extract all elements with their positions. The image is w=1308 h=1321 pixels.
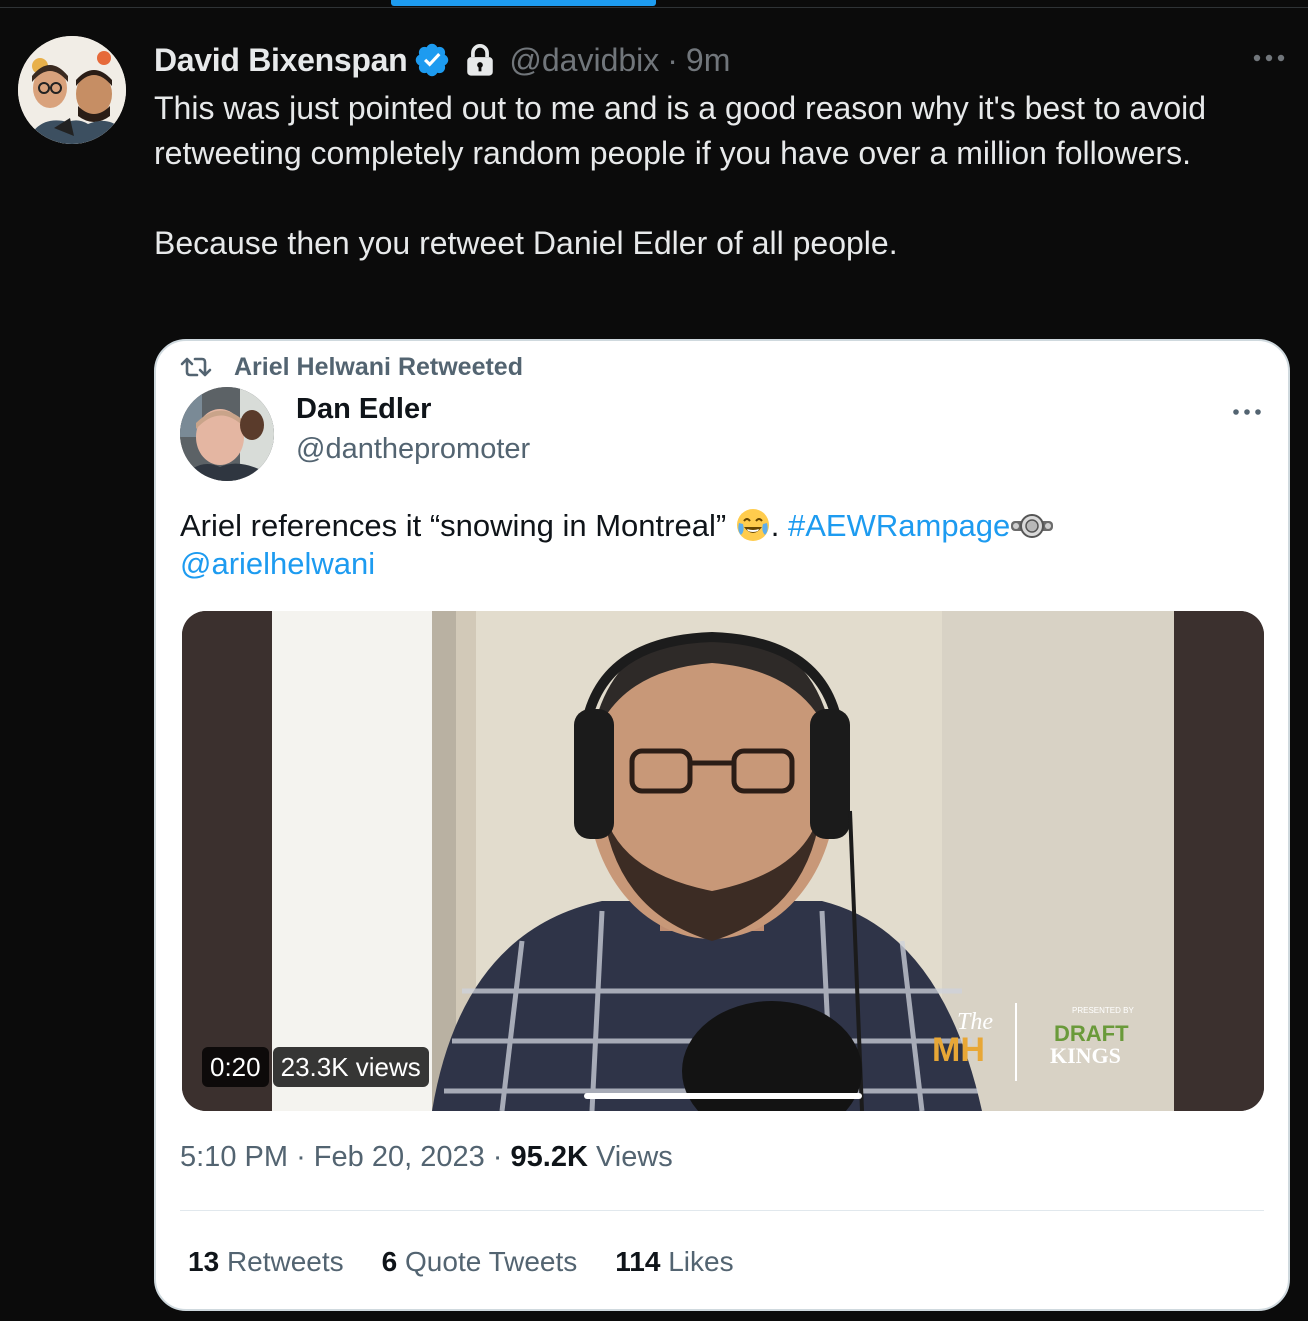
active-tab-indicator (391, 0, 656, 6)
engagement-stats: 13 Retweets 6 Quote Tweets 114 Likes (188, 1246, 772, 1278)
quoted-text-part: Ariel references it “snowing in Montreal… (180, 508, 735, 543)
author-avatar[interactable] (18, 36, 126, 144)
likes-stat[interactable]: 114 Likes (615, 1246, 733, 1278)
video-frame: The MH PRESENTED BY DRAFT KINGS (182, 611, 1264, 1111)
retweet-context-label: Ariel Helwani Retweeted (234, 352, 523, 381)
stats-divider (180, 1210, 1264, 1211)
retweet-context[interactable]: Ariel Helwani Retweeted (180, 349, 523, 385)
joy-emoji-icon (736, 509, 769, 541)
video-logo-text: MH (932, 1031, 985, 1069)
video-views: 23.3K views (272, 1047, 429, 1087)
quote-tweets-stat[interactable]: 6 Quote Tweets (382, 1246, 578, 1278)
quoted-author-name[interactable]: Dan Edler (296, 393, 431, 426)
championship-belt-icon (1011, 514, 1054, 538)
video-logo-text: KINGS (1050, 1043, 1121, 1068)
top-divider (0, 7, 1308, 8)
stat-label: Likes (668, 1246, 734, 1277)
tweet-header: David Bixenspan @davidbix · 9m (154, 38, 730, 82)
stat-label: Retweets (226, 1246, 344, 1277)
verified-badge-icon[interactable] (413, 41, 451, 79)
more-icon[interactable] (1252, 52, 1286, 64)
retweet-icon (180, 357, 212, 377)
tweet-text-paragraph: Because then you retweet Daniel Edler of… (154, 225, 898, 261)
author-handle[interactable]: @davidbix (509, 42, 659, 79)
views-label: Views (595, 1141, 673, 1173)
separator-dot: · (296, 1141, 306, 1173)
video-badges: 0:20 23.3K views (202, 1047, 429, 1087)
tweet-text: This was just pointed out to me and is a… (154, 86, 1274, 266)
quoted-author-handle[interactable]: @danthepromoter (296, 433, 530, 466)
tweet-text-paragraph: This was just pointed out to me and is a… (154, 90, 1207, 171)
stat-count: 6 (381, 1246, 398, 1277)
stat-count: 13 (188, 1246, 220, 1277)
video-logo-text: PRESENTED BY (1072, 1006, 1134, 1015)
author-display-name[interactable]: David Bixenspan (154, 42, 408, 79)
quoted-tweet-text: Ariel references it “snowing in Montreal… (180, 507, 1260, 583)
video-progress-bar[interactable] (584, 1093, 862, 1099)
retweets-stat[interactable]: 13 Retweets (188, 1246, 344, 1278)
more-icon[interactable] (1232, 407, 1262, 417)
quoted-text-part: . (770, 508, 789, 543)
quoted-tweet-time[interactable]: 5:10 PM (180, 1141, 288, 1173)
quoted-tweet-meta: 5:10 PM · Feb 20, 2023 · 95.2K Views (180, 1141, 673, 1174)
video-player[interactable]: The MH PRESENTED BY DRAFT KINGS 0:20 23.… (182, 611, 1264, 1111)
stat-count: 114 (615, 1246, 661, 1277)
video-duration: 0:20 (202, 1047, 269, 1087)
stat-label: Quote Tweets (405, 1246, 578, 1277)
tweet-time[interactable]: 9m (686, 42, 730, 79)
quoted-tweet-date[interactable]: Feb 20, 2023 (314, 1141, 485, 1173)
separator-dot: · (492, 1141, 503, 1173)
mention-link[interactable]: @arielhelwani (180, 546, 375, 581)
hashtag-link[interactable]: #AEWRampage (788, 508, 1010, 543)
separator-dot: · (667, 41, 678, 78)
quoted-author-avatar[interactable] (180, 387, 274, 481)
lock-icon (467, 44, 494, 76)
views-count: 95.2K (510, 1141, 588, 1173)
quoted-tweet-card[interactable]: Ariel Helwani Retweeted Dan Edler @danth… (154, 339, 1290, 1311)
